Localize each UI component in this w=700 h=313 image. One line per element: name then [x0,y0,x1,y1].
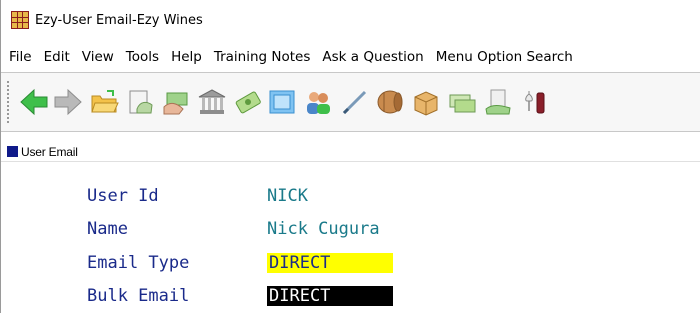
name-field[interactable]: Nick Cugura [267,219,380,239]
pen-icon[interactable] [339,87,369,117]
wine-bottle-icon[interactable] [519,87,549,117]
receipt-icon[interactable] [483,87,513,117]
cash-icon[interactable] [233,87,263,117]
package-icon[interactable] [411,87,441,117]
title-bar: Ezy-User Email-Ezy Wines [1,0,700,40]
user-id-row: User Id NICK [87,184,308,208]
section-title: User Email [21,144,78,159]
menu-ask-a-question[interactable]: Ask a Question [316,49,429,65]
bulk-email-field[interactable]: DIRECT [267,286,393,306]
menu-bar: File Edit View Tools Help Training Notes… [1,44,700,70]
menu-edit[interactable]: Edit [38,49,76,65]
menu-view[interactable]: View [76,49,120,65]
toolbar [1,72,700,132]
postcard-icon[interactable] [267,87,297,117]
email-type-field[interactable]: DIRECT [267,253,393,273]
user-id-label: User Id [87,186,159,206]
toolbar-grip[interactable] [7,81,11,123]
menu-file[interactable]: File [3,49,38,65]
section-marker-icon [7,146,18,157]
forward-arrow-icon[interactable] [53,87,83,117]
name-label: Name [87,219,128,239]
payment-icon[interactable] [161,87,191,117]
open-folder-icon[interactable] [89,87,119,117]
menu-help[interactable]: Help [165,49,208,65]
barrel-icon[interactable] [375,87,405,117]
bulk-email-row: Bulk Email DIRECT [87,284,393,308]
invoice-icon[interactable] [125,87,155,117]
user-id-field[interactable]: NICK [267,186,308,206]
app-window: Ezy-User Email-Ezy Wines File Edit View … [0,0,700,313]
menu-training-notes[interactable]: Training Notes [208,49,317,65]
money-icon[interactable] [447,87,477,117]
section-header: User Email [1,142,700,162]
app-logo-icon [11,11,29,29]
name-row: Name Nick Cugura [87,217,380,241]
bank-icon[interactable] [197,87,227,117]
window-title: Ezy-User Email-Ezy Wines [35,12,203,28]
users-icon[interactable] [303,87,333,117]
back-arrow-icon[interactable] [19,87,49,117]
email-type-row: Email Type DIRECT [87,251,393,275]
bulk-email-label: Bulk Email [87,286,190,306]
email-type-label: Email Type [87,253,190,273]
menu-tools[interactable]: Tools [120,49,165,65]
menu-option-search[interactable]: Menu Option Search [430,49,579,65]
